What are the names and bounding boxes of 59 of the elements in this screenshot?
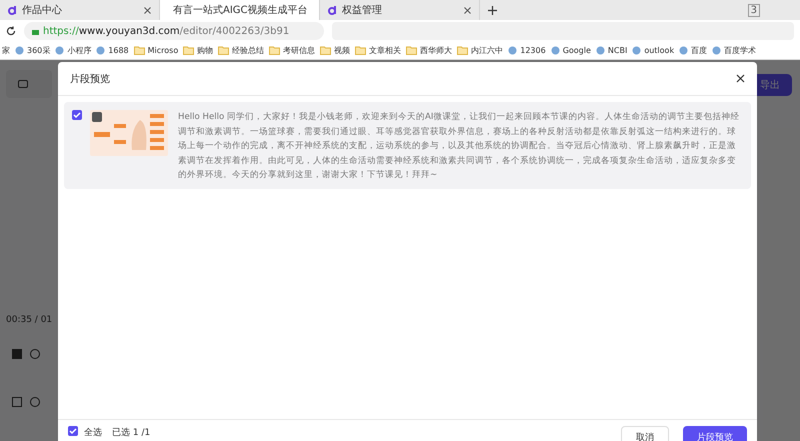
tab-count[interactable]: 3 — [748, 4, 760, 16]
bookmark[interactable]: 西华师大 — [406, 45, 452, 56]
address-bar[interactable]: https://www.youyan3d.com/editor/4002263/3b91 — [24, 22, 324, 40]
site-icon — [712, 46, 722, 55]
segment-script-text: Hello Hello 同学们，大家好！我是小钱老师，欢迎来到今天的AI微课堂，让我们一起来回顾本节课的内容。人体生命活动的调节主要包括神经调节和激素调节。一场篮球赛，需要我们通过眼、耳等感觉器官获取外界信息，赛场上的各种反射活动都是依靠反射弧这一结构来进行的。球场上每一个动作的完成，离不开神经系统的支配，运动系统的参与，以及其他系统的协调配合。当夺冠后心情激动、肾上腺素飙升时，正是激素调节在发挥着作用。由此可见，人体的生命活动需要神经系统和激素共同调节，各个系统协调统一，完成各项复杂生命活动，适应复杂多变的外界环境。今天的分享就到这里，谢谢大家！下节课见！拜拜~ — [178, 110, 740, 182]
browser-tab[interactable]: 权益管理 — [320, 0, 480, 20]
bookmark[interactable]: 视频 — [320, 45, 350, 56]
bookmark[interactable]: 内江六中 — [457, 45, 504, 56]
checkbox[interactable] — [72, 110, 82, 120]
help-icon[interactable] — [30, 397, 40, 407]
bookmark[interactable]: 1688 — [96, 46, 129, 55]
folder-icon — [183, 46, 194, 55]
app-logo-icon — [328, 5, 337, 15]
browser-tab[interactable]: 有言一站式AIGC视频生成平台 — [160, 0, 320, 20]
segment-card[interactable] — [64, 102, 751, 188]
bookmark[interactable]: 文章相关 — [355, 45, 402, 56]
site-icon — [679, 46, 688, 55]
bookmark[interactable]: 百度 — [679, 45, 708, 56]
bookmark[interactable]: Microso — [134, 46, 178, 55]
help-icon[interactable] — [30, 349, 40, 359]
new-tab-icon[interactable] — [488, 6, 497, 14]
bookmark[interactable]: 百度学术 — [712, 45, 756, 56]
dialog-title: 片段预览 — [70, 72, 110, 86]
bookmark[interactable]: Google — [550, 46, 591, 55]
site-icon — [96, 46, 106, 55]
site-icon — [508, 46, 518, 55]
bookmark[interactable]: 购物 — [183, 45, 214, 56]
folder-icon — [218, 46, 230, 55]
bookmark[interactable]: 小程序 — [55, 45, 92, 56]
bookmark[interactable]: 经验总结 — [218, 45, 264, 56]
bookmark[interactable]: 家 — [2, 45, 10, 56]
bookmark[interactable]: outlook — [632, 46, 674, 55]
folder-icon — [457, 46, 468, 55]
folder-icon — [134, 46, 145, 55]
bookmark[interactable]: 考研信息 — [269, 45, 316, 56]
site-icon — [596, 46, 605, 55]
select-all-label: 全选 — [84, 426, 102, 439]
site-icon — [550, 46, 560, 55]
select-all-checkbox[interactable] — [68, 426, 78, 436]
folder-icon — [269, 46, 280, 55]
segment-preview-button[interactable]: 片段预览 — [683, 426, 747, 441]
close-icon[interactable] — [736, 74, 745, 83]
folder-icon — [320, 46, 332, 55]
bookmark[interactable]: 360采 — [15, 45, 50, 56]
site-icon — [55, 46, 64, 55]
site-icon — [15, 46, 24, 55]
bookmark[interactable]: NCBI — [596, 46, 628, 55]
close-icon[interactable] — [144, 6, 151, 14]
screen-icon[interactable] — [18, 80, 28, 88]
app-logo-icon — [8, 5, 17, 15]
folder-icon — [355, 46, 366, 55]
folder-icon — [406, 46, 418, 55]
close-icon[interactable] — [464, 6, 471, 14]
selected-count: 已选 1 /1 — [112, 426, 150, 439]
refresh-icon[interactable] — [6, 26, 16, 36]
site-icon — [632, 46, 642, 55]
bookmark[interactable]: 12306 — [508, 46, 546, 55]
cancel-button[interactable]: 取消 — [621, 426, 669, 441]
playback-time: 00:35 / 01 — [6, 315, 52, 325]
